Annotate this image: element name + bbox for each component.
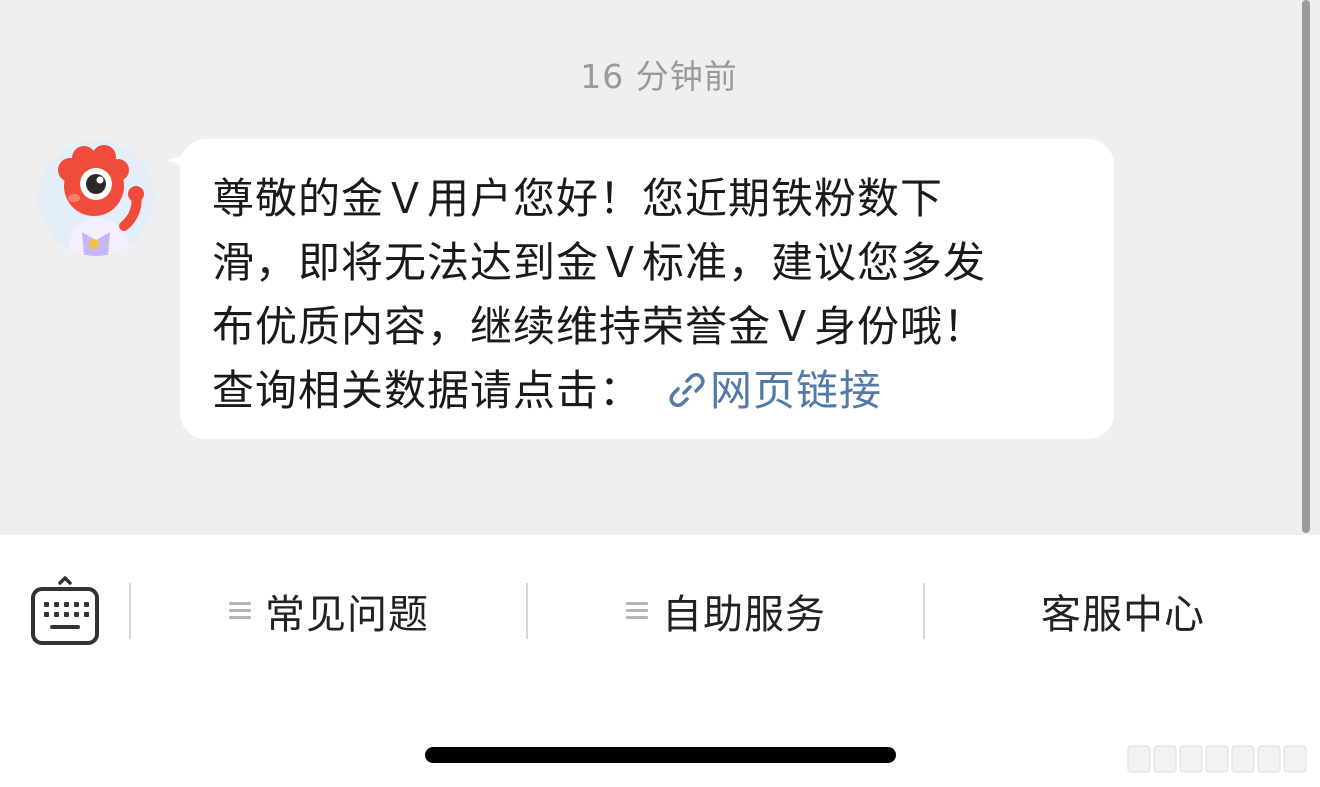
sender-avatar[interactable]: [38, 140, 154, 256]
watermark-logo-icon: [1127, 745, 1307, 773]
home-indicator[interactable]: [425, 747, 896, 763]
message-timestamp: 16 分钟前: [580, 57, 738, 96]
message-bubble: 尊敬的金Ｖ用户您好！您近期铁粉数下 滑，即将无法达到金Ｖ标准，建议您多发 布优质…: [180, 139, 1114, 439]
menu-lines-icon: [626, 602, 648, 620]
message-line: 尊敬的金Ｖ用户您好！您近期铁粉数下: [212, 174, 944, 223]
menu-customer-service[interactable]: 客服中心: [925, 583, 1320, 639]
message-line: 布优质内容，继续维持荣誉金Ｖ身份哦！: [212, 302, 987, 351]
menu-self-service[interactable]: 自助服务: [528, 583, 924, 639]
menu-faq[interactable]: 常见问题: [131, 583, 527, 639]
message-prompt: 查询相关数据请点击：: [212, 366, 643, 415]
keyboard-icon[interactable]: [30, 575, 100, 647]
menu-self-service-label: 自助服务: [662, 592, 826, 638]
web-link[interactable]: 网页链接: [668, 366, 882, 415]
message-line: 滑，即将无法达到金Ｖ标准，建议您多发: [212, 238, 987, 287]
menu-faq-label: 常见问题: [265, 592, 429, 638]
message-text: 尊敬的金Ｖ用户您好！您近期铁粉数下 滑，即将无法达到金Ｖ标准，建议您多发 布优质…: [212, 167, 1092, 423]
message-link-line: 查询相关数据请点击： 网页链接: [212, 359, 1092, 423]
menu-customer-service-label: 客服中心: [1041, 592, 1205, 638]
web-link-label: 网页链接: [710, 366, 883, 415]
link-chain-icon: [669, 372, 705, 408]
chat-area[interactable]: 16 分钟前 尊敬的金Ｖ用户您好！您近期铁粉数下 滑，即将无法达到金Ｖ标准，建议…: [0, 0, 1320, 535]
menu-lines-icon: [229, 602, 251, 620]
red-mascot-avatar-icon: [38, 140, 154, 256]
